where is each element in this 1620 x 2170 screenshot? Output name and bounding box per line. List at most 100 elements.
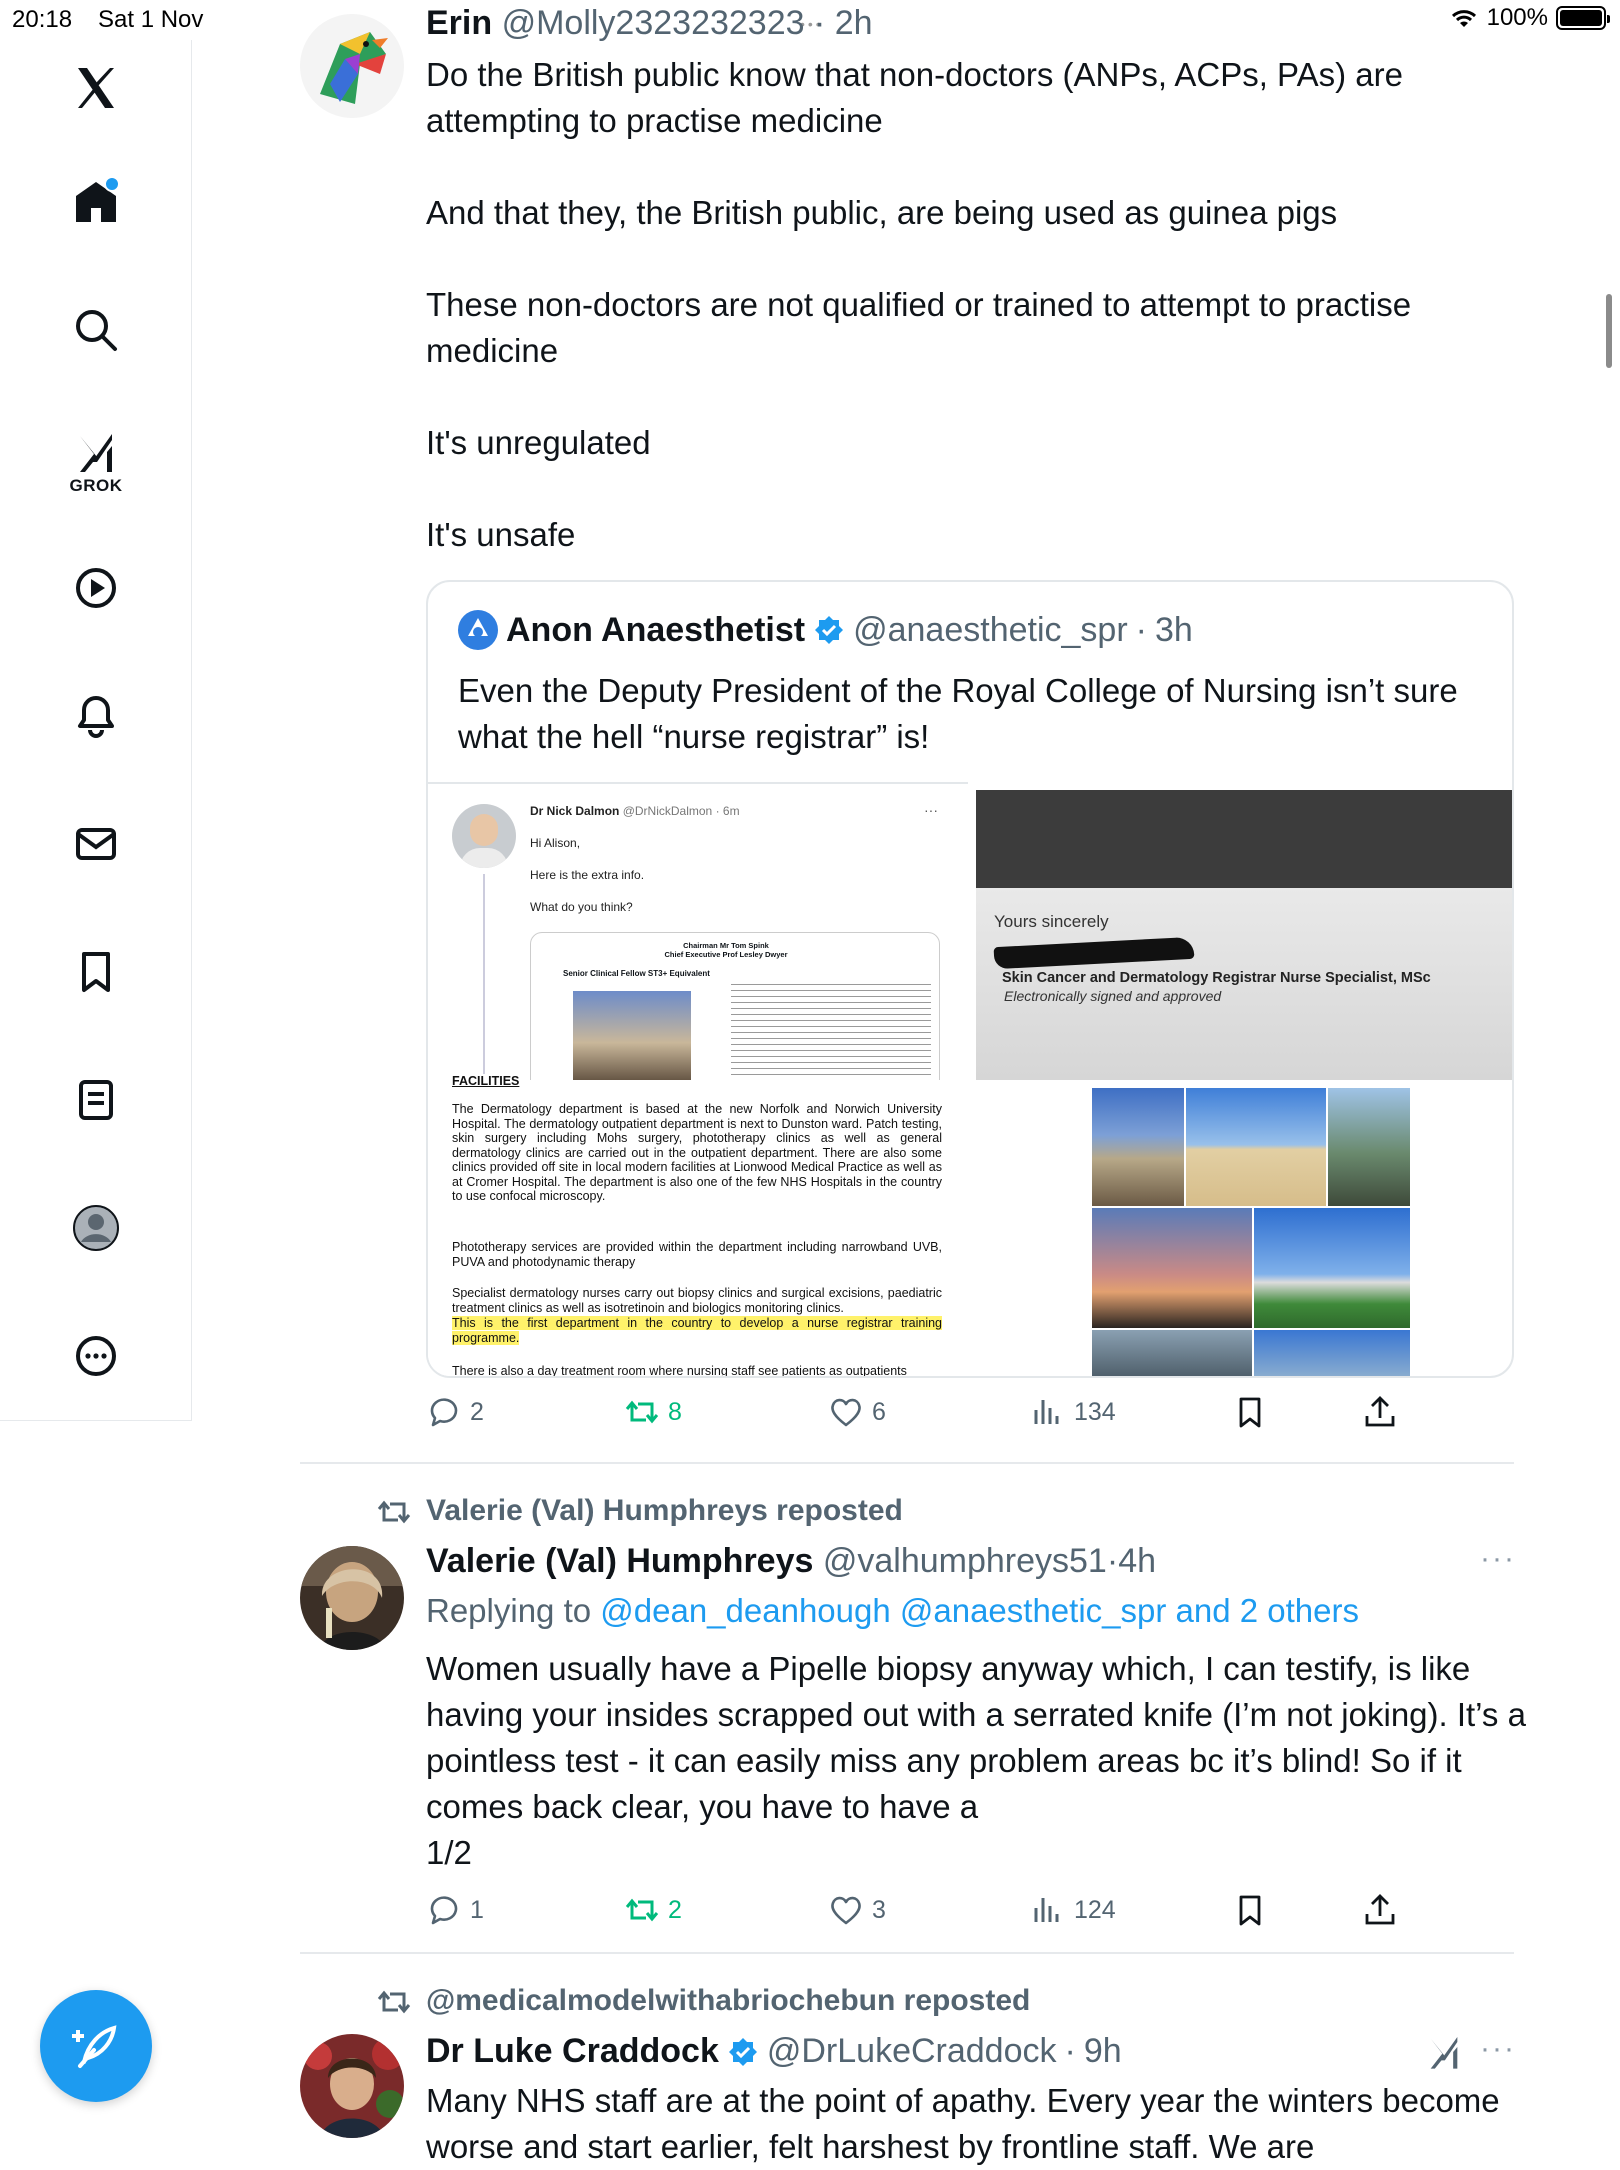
post-time[interactable]: 9h — [1084, 2032, 1122, 2071]
compose-button[interactable] — [40, 1990, 152, 2102]
author-handle[interactable]: @valhumphreys51 — [823, 1542, 1107, 1580]
card-header: Chairman Mr Tom Spink Chief Executive Pr… — [664, 941, 788, 959]
author-name[interactable]: Dr Luke Craddock — [426, 2032, 719, 2071]
heart-icon — [831, 1398, 861, 1427]
home-icon[interactable] — [64, 170, 128, 234]
share-button[interactable] — [1362, 1394, 1398, 1430]
like-button[interactable]: 3 — [828, 1892, 886, 1928]
repost-button[interactable]: 8 — [624, 1394, 682, 1430]
quote-author-name[interactable]: Anon Anaesthetist — [506, 611, 805, 650]
screenshot-time: 6m — [722, 804, 740, 818]
author-handle[interactable]: @DrLukeCraddock — [767, 2032, 1057, 2071]
avatar[interactable] — [300, 14, 404, 118]
post-text: Do the British public know that non-doct… — [426, 52, 1516, 558]
reply-icon — [430, 1896, 458, 1925]
post-paragraph: It's unsafe — [426, 516, 576, 553]
photo-sunset-cathedral — [1092, 1208, 1252, 1328]
views-count: 134 — [1074, 1397, 1116, 1426]
quoted-post[interactable]: Anon Anaesthetist @anaesthetic_spr · 3h Ev… — [426, 580, 1514, 1378]
scrollbar-thumb[interactable] — [1606, 294, 1612, 368]
avatar[interactable] — [300, 2034, 404, 2138]
repost-button[interactable]: 2 — [624, 1892, 682, 1928]
views-button[interactable]: 134 — [1030, 1394, 1116, 1430]
photo-cathedral-spire — [1092, 1088, 1184, 1206]
like-count: 3 — [872, 1895, 886, 1924]
post-text: Many NHS staff are at the point of apath… — [426, 2082, 1500, 2165]
views-button[interactable]: 124 — [1030, 1892, 1116, 1928]
post-header: Erin @Molly2323232323 · 2h — [426, 4, 873, 43]
compose-feather-icon — [72, 2025, 117, 2068]
post-text: Women usually have a Pipelle biopsy anyw… — [426, 1650, 1526, 1871]
views-icon — [1034, 1400, 1059, 1424]
post-actions: 2 8 6 134 — [426, 1394, 1426, 1440]
quote-handle[interactable]: @anaesthetic_spr — [853, 611, 1128, 650]
reposted-by-label[interactable]: Valerie (Val) Humphreys reposted — [426, 1494, 903, 1528]
x-logo-icon[interactable] — [64, 56, 128, 120]
author-name[interactable]: Valerie (Val) Humphreys — [426, 1542, 813, 1580]
post-paragraph: And that they, the British public, are b… — [426, 194, 1338, 231]
replying-to-prefix: Replying to — [426, 1592, 601, 1629]
verified-badge-icon — [728, 2037, 757, 2066]
signature-note: Electronically signed and approved — [1004, 988, 1222, 1004]
separator-dot: · — [1135, 610, 1147, 649]
doc-paragraph: The Dermatology department is based at t… — [452, 1102, 942, 1203]
messages-icon[interactable] — [64, 812, 128, 876]
replying-to: Replying to @dean_deanhough @anaesthetic… — [426, 1592, 1359, 1630]
share-button[interactable] — [1362, 1892, 1398, 1928]
quote-avatar[interactable] — [458, 610, 498, 650]
screenshot-thread-line — [483, 874, 485, 1074]
quote-time[interactable]: 3h — [1155, 611, 1193, 650]
photo-modern-building — [1254, 1208, 1410, 1328]
notification-dot — [104, 176, 120, 192]
repost-count: 8 — [668, 1397, 682, 1426]
wifi-icon — [1451, 10, 1476, 27]
card-doc-lines — [731, 981, 931, 1085]
screenshot-attached-card: Chairman Mr Tom Spink Chief Executive Pr… — [530, 932, 940, 1094]
reply-button[interactable]: 1 — [426, 1892, 484, 1928]
grok-icon[interactable] — [1424, 2032, 1464, 2072]
search-icon[interactable] — [64, 298, 128, 362]
signature-title: Skin Cancer and Dermatology Registrar Nu… — [1002, 970, 1431, 986]
video-icon[interactable] — [64, 556, 128, 620]
post-paragraph: It's unregulated — [426, 424, 651, 461]
photo-arcade — [1328, 1088, 1410, 1206]
views-icon — [1034, 1898, 1059, 1922]
replying-to-mentions[interactable]: @dean_deanhough @anaesthetic_spr and 2 o… — [600, 1592, 1359, 1629]
doc-heading: FACILITIES — [452, 1074, 520, 1088]
sidebar: GROK — [0, 40, 192, 1420]
more-icon[interactable] — [64, 1324, 128, 1388]
bookmark-icon — [1239, 1397, 1261, 1428]
battery-icon — [1556, 6, 1610, 30]
doc-highlight: This is the first department in the coun… — [452, 1316, 942, 1345]
profile-icon[interactable] — [64, 1196, 128, 1260]
bookmark-button[interactable] — [1232, 1892, 1268, 1928]
screenshot-more-icon: ··· — [924, 802, 938, 818]
grok-icon[interactable] — [64, 420, 128, 484]
bookmark-button[interactable] — [1232, 1394, 1268, 1430]
screenshot-author: Dr Nick Dalmon — [530, 804, 620, 818]
post-divider — [300, 1952, 1514, 1954]
post-paragraph: Do the British public know that non-doct… — [426, 56, 1403, 139]
reply-count: 2 — [470, 1397, 484, 1426]
author-handle[interactable]: @Molly2323232323 — [502, 4, 805, 42]
reposted-by-label[interactable]: @medicalmodelwithabriochebun reposted — [426, 1984, 1030, 2018]
bookmarks-icon[interactable] — [64, 940, 128, 1004]
post-time[interactable]: 4h — [1118, 1542, 1156, 1580]
notifications-icon[interactable] — [64, 684, 128, 748]
quoted-image-collage[interactable] — [1092, 1088, 1410, 1376]
post-time[interactable]: 2h — [835, 4, 873, 42]
quoted-image-document[interactable]: Dr Nick Dalmon @DrNickDalmon · 6m ··· Hi… — [428, 782, 968, 1376]
reply-icon — [430, 1398, 458, 1427]
lists-icon[interactable] — [64, 1068, 128, 1132]
reply-button[interactable]: 2 — [426, 1394, 484, 1430]
avatar[interactable] — [300, 1546, 404, 1650]
more-options-icon[interactable]: ··· — [1480, 1542, 1516, 1576]
reply-count: 1 — [470, 1895, 484, 1924]
screenshot-line: What do you think? — [530, 900, 633, 914]
separator-dot: · — [1064, 2032, 1076, 2070]
like-button[interactable]: 6 — [828, 1394, 886, 1430]
more-options-icon[interactable]: ··· — [1480, 2032, 1516, 2066]
author-name[interactable]: Erin — [426, 4, 492, 42]
doc-paragraph: Specialist dermatology nurses carry out … — [452, 1286, 942, 1315]
quoted-image-signature[interactable]: Yours sincerely Skin Cancer and Dermatol… — [976, 790, 1512, 1080]
